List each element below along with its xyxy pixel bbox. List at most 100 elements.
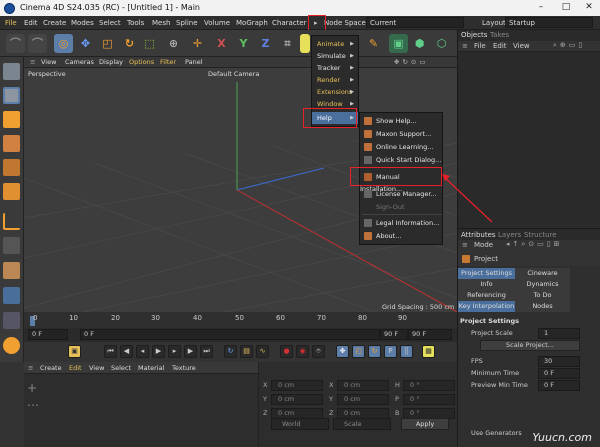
tab-structure[interactable]: Structure [524,231,557,239]
add-material-icon[interactable]: + [27,382,39,394]
help-license-manager[interactable]: License Manager... [360,188,442,200]
coordinate-space-select[interactable]: World [271,418,329,430]
menu-create[interactable]: Create [43,16,66,30]
frame-max-field[interactable]: 90 F [408,329,452,340]
frame-end-field[interactable]: 90 F [380,329,408,340]
menu-spline[interactable]: Spline [176,16,198,30]
project-scale-field[interactable]: 1 [538,328,580,339]
coordinate-system-icon[interactable]: ⌗ [278,34,297,53]
magnet-icon[interactable] [3,337,20,354]
help-online-learning[interactable]: Online Learning... [360,141,442,153]
help-maxon-support[interactable]: Maxon Support... [360,128,442,140]
object-search-icons[interactable]: ⌕⊕▭▯ [553,41,585,50]
scale-icon[interactable]: ◰ [98,34,117,53]
go-to-start-icon[interactable]: ⏮ [104,345,117,358]
position-x-field[interactable]: 0 cm [271,380,323,391]
menu-edit[interactable]: Edit [24,16,38,30]
keyframe-mode-icon[interactable]: ▣ [68,345,81,358]
viewport-nav-icons[interactable]: ✥↻⊙▭ [394,57,428,68]
tab-referencing[interactable]: Referencing [458,290,515,301]
menu-volume[interactable]: Volume [204,16,230,30]
viewport-menu-display[interactable]: Display [99,57,123,68]
material-menu-edit[interactable]: Edit [69,362,82,374]
axis-mode-icon[interactable] [3,213,20,230]
object-menu-file[interactable]: File [474,42,486,50]
viewport-menu-options[interactable]: Options [129,57,154,68]
x-axis-icon[interactable]: X [212,34,231,53]
key-position-icon[interactable]: ✥ [336,345,349,358]
previous-key-icon[interactable]: ◀ [120,345,133,358]
play-icon[interactable]: ▶ [152,345,165,358]
tab-key-interpolation[interactable]: Key Interpolation [458,301,515,312]
menu-mograph[interactable]: MoGraph [236,16,268,30]
material-menu-material[interactable]: Material [138,362,164,374]
key-param-icon[interactable]: P [384,345,397,358]
deformer-icon[interactable]: ⬡ [432,34,451,53]
menu-extensions[interactable]: Extensions ▶ [312,86,358,98]
menu-modes[interactable]: Modes [71,16,94,30]
fps-field[interactable]: 30 [538,356,580,367]
polygons-mode-icon[interactable] [3,183,20,200]
texture-mode-icon[interactable] [3,111,20,128]
tab-takes[interactable]: Takes [490,31,509,39]
object-menu-view[interactable]: View [513,42,530,50]
frame-start-field[interactable]: 0 F [28,329,68,340]
preview-min-time-field[interactable]: 0 F [538,380,580,391]
layout-select[interactable]: Startup [505,17,593,28]
edges-mode-icon[interactable] [3,159,20,176]
viewport-menu-view[interactable]: View [41,57,56,68]
size-x-field[interactable]: 0 cm [337,380,389,391]
key-scale-icon[interactable]: ◰ [352,345,365,358]
node-space-select[interactable]: Current (Standard/Physical) [366,17,464,38]
next-frame-icon[interactable]: ▸ [168,345,181,358]
tab-info[interactable]: Info [458,279,515,290]
solo-icon[interactable] [3,262,20,279]
help-quick-start[interactable]: Quick Start Dialog... [360,154,442,166]
model-mode-icon[interactable] [3,87,20,104]
apply-button[interactable]: Apply [401,418,449,430]
menu-character[interactable]: Character [272,16,307,30]
undo-icon[interactable]: ⌒ [6,34,25,53]
menu-render[interactable]: Render ▶ [312,74,358,86]
menu-tracker[interactable]: Tracker ▶ [312,62,358,74]
viewport-menu-panel[interactable]: Panel [185,57,203,68]
workplane-icon[interactable] [3,287,20,304]
material-menu-create[interactable]: Create [40,362,62,374]
move-icon[interactable]: ✥ [76,34,95,53]
rotation-p-field[interactable]: 0 ° [403,394,455,405]
tab-layers[interactable]: Layers [498,231,521,239]
material-option-icon[interactable]: ⋯ [27,399,39,411]
maximize-button[interactable]: □ [555,0,577,16]
previous-frame-icon[interactable]: ◂ [136,345,149,358]
key-pla-icon[interactable]: ⣿ [400,345,413,358]
viewport-menu-filter[interactable]: Filter [160,57,176,68]
loop-icon[interactable]: ↻ [224,345,237,358]
material-area[interactable]: + ⋯ [24,374,258,447]
timeline-ruler[interactable]: 0 10 20 30 40 50 60 70 80 90 [24,312,457,328]
generator-icon[interactable]: ⬢ [410,34,429,53]
menu-tools[interactable]: Tools [127,16,144,30]
tab-cineware[interactable]: Cineware [515,268,570,279]
tab-project-settings[interactable]: Project Settings [458,268,515,279]
tab-nodes[interactable]: Nodes [515,301,570,312]
keyframe-selection-icon[interactable]: ⌾ [312,345,325,358]
menu-file[interactable]: File [5,16,17,30]
next-key-icon[interactable]: ▶ [184,345,197,358]
autokey-icon[interactable]: ◉ [296,345,309,358]
make-editable-icon[interactable] [3,63,20,80]
viewport-menu-cameras[interactable]: Cameras [65,57,94,68]
min-time-field[interactable]: 0 F [538,368,580,379]
attribute-nav-icons[interactable]: ◂↑⌕⊙▭▯⊞ [506,240,563,249]
timeline-icon[interactable]: ▤ [240,345,253,358]
pen-icon[interactable]: ✎ [364,34,383,53]
motion-system-icon[interactable]: ▦ [422,345,435,358]
tab-dynamics[interactable]: Dynamics [515,279,570,290]
menu-mesh[interactable]: Mesh [152,16,170,30]
menu-simulate[interactable]: Simulate ▶ [312,50,358,62]
tweak-mode-icon[interactable] [3,237,20,254]
coordinate-scale-select[interactable]: Scale [333,418,391,430]
z-axis-icon[interactable]: Z [256,34,275,53]
material-menu-texture[interactable]: Texture [172,362,196,374]
rotation-h-field[interactable]: 0 ° [403,380,455,391]
close-button[interactable]: ✕ [578,0,600,16]
